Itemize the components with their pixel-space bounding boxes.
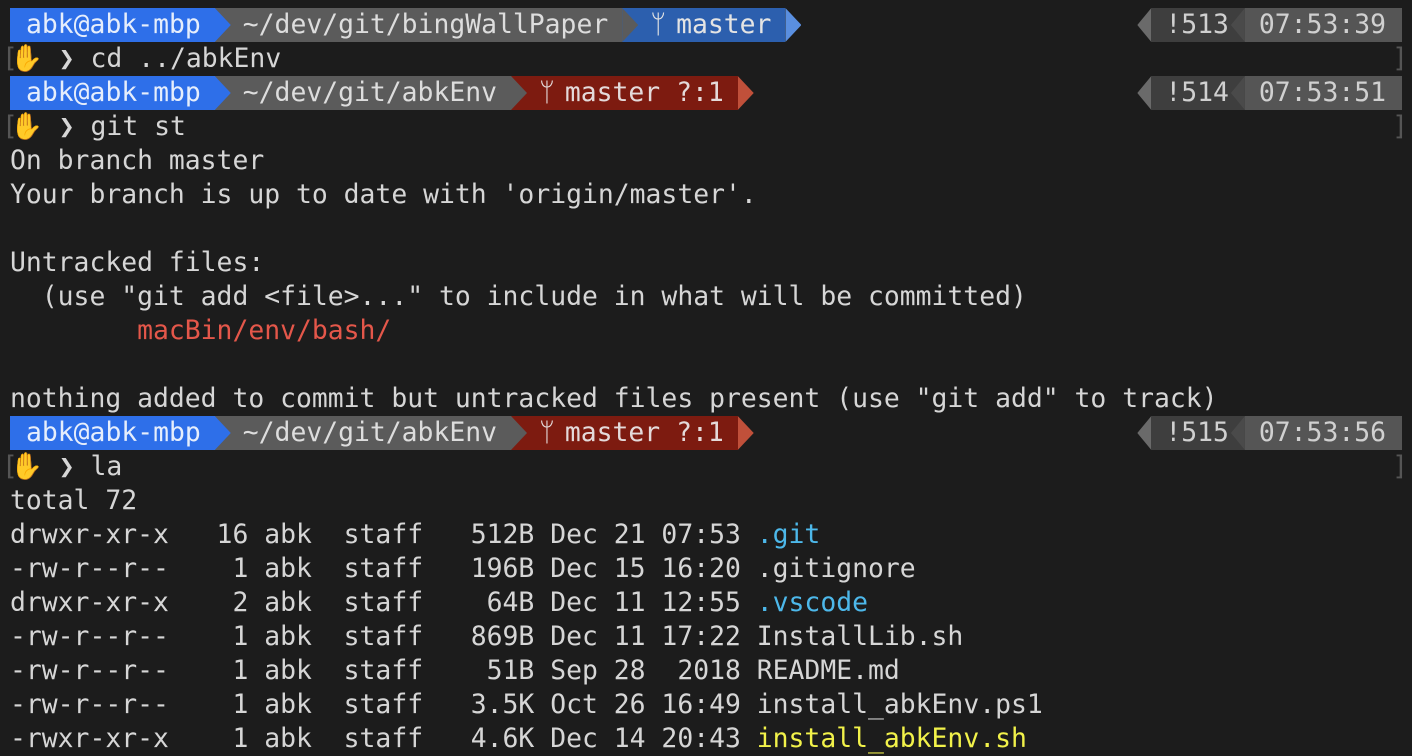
command-line: [✋ ❯ git st] — [2, 110, 1412, 144]
ls-total: total 72 — [10, 485, 138, 516]
prompt-caret-icon: ❯ — [42, 43, 91, 74]
segment-arrow — [737, 416, 754, 450]
file-name: .gitignore — [756, 553, 916, 584]
prompt-bar: abk@abk-mbp ~/dev/git/abkEnv ᛘ master ?:1 !5… — [10, 76, 1412, 110]
prompt-path: ~/dev/git/abkEnv — [242, 77, 497, 108]
prompt-user: abk@abk-mbp — [26, 417, 201, 448]
history-number: !513 — [1165, 9, 1229, 40]
git-branch-icon: ᛘ — [650, 9, 667, 40]
git-status-hint: (use "git add <file>..." to include in w… — [10, 281, 1027, 312]
git-branch-icon: ᛘ — [539, 417, 555, 448]
prompt-caret-icon: ❯ — [42, 111, 91, 142]
command-text: git st — [90, 111, 186, 142]
untracked-file: macBin/env/bash/ — [10, 315, 392, 346]
file-name: install_abkEnv.ps1 — [756, 689, 1043, 720]
file-meta: drwxr-xr-x 16 abk staff 512B Dec 21 07:5… — [10, 519, 757, 550]
left-bracket: [ — [2, 111, 18, 142]
file-meta: -rwxr-xr-x 1 abk staff 4.6K Dec 14 20:43 — [10, 723, 757, 754]
command-text: cd ../abkEnv — [90, 43, 282, 74]
prompt-path: ~/dev/git/abkEnv — [242, 417, 497, 448]
file-name: install_abkEnv.sh — [756, 723, 1027, 754]
file-meta: -rw-r--r-- 1 abk staff 51B Sep 28 2018 — [10, 655, 757, 686]
file-row: -rw-r--r-- 1 abk staff 869B Dec 11 17:22… — [10, 620, 1412, 654]
git-status-line: Untracked files: — [10, 247, 265, 278]
command-line: [✋ ❯ cd ../abkEnv] — [2, 42, 1412, 76]
time-segment: 07:53:39 — [1230, 8, 1402, 42]
segment-arrow — [737, 76, 754, 110]
prompt-branch-segment: ᛘ master ?:1 — [511, 76, 754, 110]
prompt-path: ~/dev/git/bingWallPaper — [242, 9, 609, 40]
prompt-branch: master ?:1 — [564, 417, 724, 448]
git-status-line: nothing added to commit but untracked fi… — [10, 383, 1218, 414]
time-segment: 07:53:56 — [1230, 416, 1402, 450]
right-bracket: ] — [1392, 43, 1408, 74]
file-row: -rw-r--r-- 1 abk staff 3.5K Oct 26 16:49… — [10, 688, 1412, 722]
prompt-path-segment: ~/dev/git/bingWallPaper — [214, 8, 639, 42]
prompt-user-segment: abk@abk-mbp — [10, 8, 231, 42]
prompt-time: 07:53:51 — [1258, 77, 1386, 108]
prompt-user-segment: abk@abk-mbp — [10, 416, 231, 450]
file-row: drwxr-xr-x 16 abk staff 512B Dec 21 07:5… — [10, 518, 1412, 552]
command-text: la — [90, 451, 123, 482]
right-bracket: ] — [1392, 111, 1408, 142]
prompt-branch: master — [676, 9, 772, 40]
git-status-line: On branch master — [10, 145, 265, 176]
git-status-line: Your branch is up to date with 'origin/m… — [10, 179, 757, 210]
file-meta: -rw-r--r-- 1 abk staff 869B Dec 11 17:22 — [10, 621, 757, 652]
prompt-time: 07:53:56 — [1258, 417, 1386, 448]
prompt-caret-icon: ❯ — [42, 451, 91, 482]
prompt-user: abk@abk-mbp — [26, 9, 201, 40]
prompt-user: abk@abk-mbp — [26, 77, 201, 108]
history-number: !514 — [1165, 77, 1229, 108]
prompt-branch-segment: ᛘ master ?:1 — [511, 416, 754, 450]
prompt-time: 07:53:39 — [1258, 9, 1386, 40]
prompt-right-segments: !514 07:53:51 — [1137, 76, 1402, 110]
prompt-right-segments: !513 07:53:39 — [1137, 8, 1402, 42]
right-bracket: ] — [1392, 451, 1408, 482]
prompt-right-segments: !515 07:53:56 — [1137, 416, 1402, 450]
history-number-segment: !513 — [1137, 8, 1245, 42]
file-row: -rw-r--r-- 1 abk staff 196B Dec 15 16:20… — [10, 552, 1412, 586]
file-name: InstallLib.sh — [756, 621, 964, 652]
file-meta: -rw-r--r-- 1 abk staff 3.5K Oct 26 16:49 — [10, 689, 757, 720]
file-row: drwxr-xr-x 2 abk staff 64B Dec 11 12:55 … — [10, 586, 1412, 620]
command-line: [✋ ❯ la] — [2, 450, 1412, 484]
prompt-bar: abk@abk-mbp ~/dev/git/bingWallPaper ᛘ maste… — [10, 8, 1412, 42]
file-meta: drwxr-xr-x 2 abk staff 64B Dec 11 12:55 — [10, 587, 757, 618]
left-bracket: [ — [2, 43, 18, 74]
prompt-user-segment: abk@abk-mbp — [10, 76, 231, 110]
file-name: .vscode — [756, 587, 868, 618]
prompt-bar: abk@abk-mbp ~/dev/git/abkEnv ᛘ master ?:1 !5… — [10, 416, 1412, 450]
prompt-path-segment: ~/dev/git/abkEnv — [214, 416, 527, 450]
left-bracket: [ — [2, 451, 18, 482]
prompt-branch: master ?:1 — [564, 77, 724, 108]
time-segment: 07:53:51 — [1230, 76, 1402, 110]
file-meta: -rw-r--r-- 1 abk staff 196B Dec 15 16:20 — [10, 553, 757, 584]
segment-arrow — [785, 8, 802, 42]
terminal[interactable]: abk@abk-mbp ~/dev/git/bingWallPaper ᛘ maste… — [2, 8, 1412, 756]
history-number: !515 — [1165, 417, 1229, 448]
history-number-segment: !515 — [1137, 416, 1245, 450]
file-row: -rwxr-xr-x 1 abk staff 4.6K Dec 14 20:43… — [10, 722, 1412, 756]
file-name: README.md — [756, 655, 900, 686]
file-name: .git — [756, 519, 821, 550]
history-number-segment: !514 — [1137, 76, 1245, 110]
prompt-branch-segment: ᛘ master — [622, 8, 802, 42]
git-branch-icon: ᛘ — [539, 77, 555, 108]
file-row: -rw-r--r-- 1 abk staff 51B Sep 28 2018 R… — [10, 654, 1412, 688]
prompt-path-segment: ~/dev/git/abkEnv — [214, 76, 527, 110]
